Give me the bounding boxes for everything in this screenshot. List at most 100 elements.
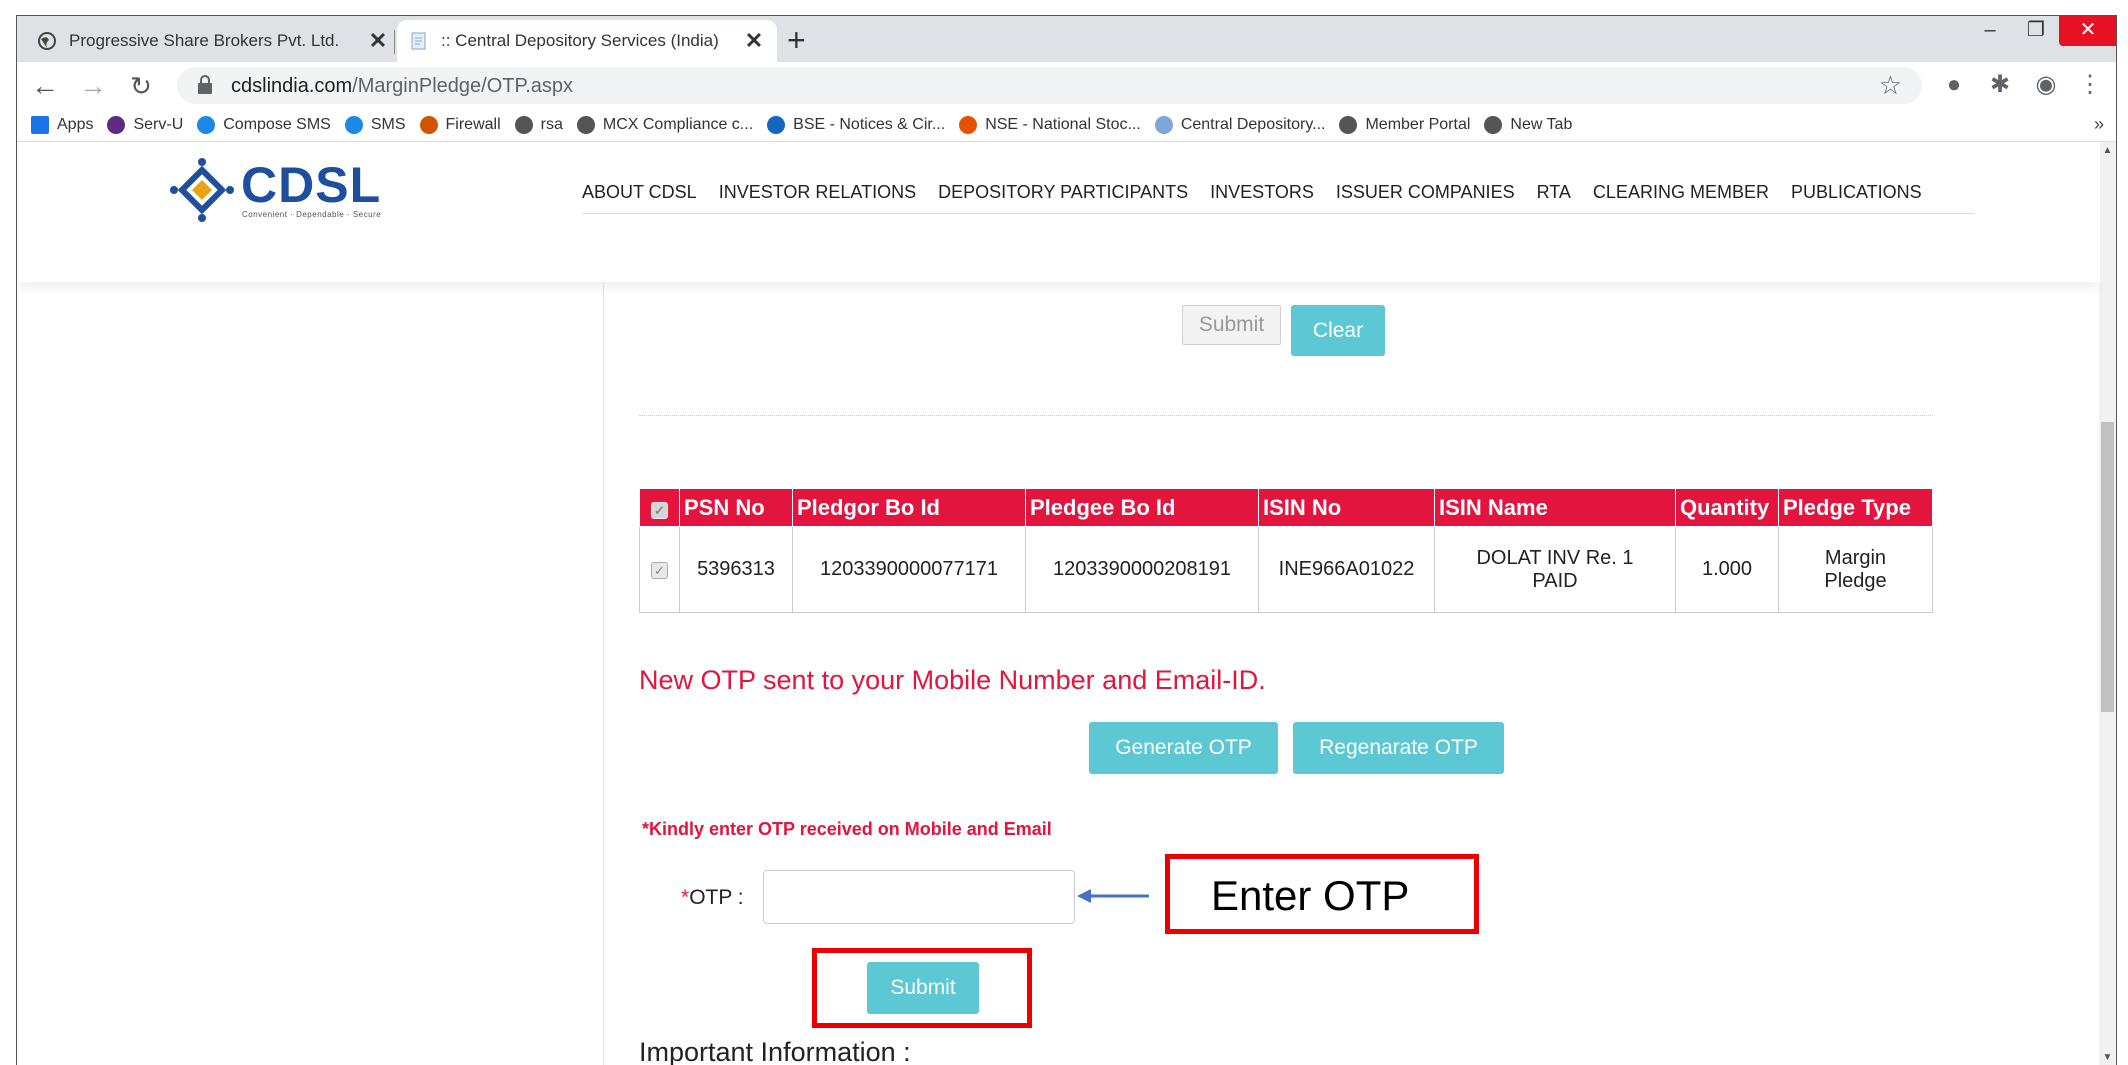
close-tab-icon[interactable]: ✕ (367, 28, 389, 54)
document-icon (411, 32, 426, 50)
globe-icon (1484, 115, 1503, 134)
bookmark-item[interactable]: New Tab (1484, 115, 1573, 134)
tab-cdsl[interactable]: :: Central Depository Services (India) ✕ (397, 20, 777, 62)
reload-icon[interactable]: ↻ (123, 68, 159, 104)
pledge-table: ✓ PSN No Pledgor Bo Id Pledgee Bo Id ISI… (639, 488, 1933, 613)
header-quantity: Quantity (1675, 488, 1779, 527)
select-all-checkbox[interactable]: ✓ (651, 501, 668, 519)
sms-icon (344, 115, 363, 134)
profile-icon[interactable]: ◉ (2031, 70, 2061, 100)
nav-about-cdsl[interactable]: ABOUT CDSL (582, 182, 697, 203)
cell-isin-no: INE966A01022 (1258, 526, 1435, 613)
forward-arrow-icon[interactable]: → (75, 68, 111, 104)
otp-label-text: OTP : (689, 886, 744, 909)
bookmark-label: Member Portal (1365, 115, 1471, 133)
minimize-button[interactable]: – (1967, 16, 2013, 46)
url-path: /MarginPledge/OTP.aspx (352, 75, 574, 97)
nav-clearing-member[interactable]: CLEARING MEMBER (1593, 182, 1769, 203)
otp-input[interactable] (763, 870, 1075, 924)
otp-label: *OTP : (681, 886, 744, 910)
bookmark-item[interactable]: rsa (514, 115, 563, 134)
tab-progressive[interactable]: Progressive Share Brokers Pvt. Ltd. ✕ (25, 20, 401, 62)
annotation-enter-otp-text: Enter OTP (1211, 872, 1410, 919)
main-nav: ABOUT CDSL INVESTOR RELATIONS DEPOSITORY… (582, 182, 1974, 214)
nav-investor-relations[interactable]: INVESTOR RELATIONS (719, 182, 916, 203)
row-select-cell: ✓ (639, 526, 680, 613)
extension-icon[interactable]: ● (1939, 70, 1969, 100)
submit-button-disabled[interactable]: Submit (1182, 305, 1281, 345)
bookmark-item[interactable]: SMS (344, 115, 406, 134)
address-bar[interactable]: cdslindia.com/MarginPledge/OTP.aspx ☆ (177, 67, 1922, 104)
bookmark-item[interactable]: NSE - National Stoc... (959, 115, 1141, 134)
nav-investors[interactable]: INVESTORS (1210, 182, 1314, 203)
cell-quantity: 1.000 (1675, 526, 1779, 613)
new-tab-button[interactable]: + (787, 24, 806, 56)
logo-tagline: Convenient · Dependable · Secure (242, 210, 382, 219)
bookmark-label: BSE - Notices & Cir... (793, 115, 946, 133)
header-isin-no: ISIN No (1258, 488, 1435, 527)
content-divider (603, 282, 604, 1065)
row-checkbox[interactable]: ✓ (651, 562, 668, 579)
title-bar: Progressive Share Brokers Pvt. Ltd. ✕ ::… (17, 16, 2116, 62)
bookmark-item[interactable]: BSE - Notices & Cir... (767, 115, 946, 134)
regenerate-otp-button[interactable]: Regenarate OTP (1293, 722, 1504, 774)
maximize-button[interactable]: ❐ (2013, 16, 2059, 46)
scroll-thumb[interactable] (2101, 422, 2114, 712)
bookmark-item[interactable]: Apps (31, 115, 93, 134)
bookmark-item[interactable]: Serv-U (107, 115, 183, 134)
bookmarks-overflow-button[interactable]: » (2094, 114, 2104, 135)
close-window-button[interactable]: ✕ (2059, 16, 2116, 46)
page-scrollbar[interactable]: ▲ ▼ (2099, 142, 2116, 1065)
bookmark-label: Central Depository... (1180, 115, 1326, 133)
bookmark-item[interactable]: MCX Compliance c... (576, 115, 754, 134)
bookmark-label: New Tab (1510, 115, 1573, 133)
required-marker: * (681, 886, 690, 909)
page-viewport: CDSL Convenient · Dependable · Secure AB… (17, 142, 2100, 1065)
bookmark-star-icon[interactable]: ☆ (1879, 70, 1902, 101)
tab-separator (394, 30, 395, 54)
clear-button[interactable]: Clear (1291, 305, 1385, 356)
scroll-down-arrow-icon[interactable]: ▼ (2099, 1049, 2116, 1065)
bookmark-label: MCX Compliance c... (602, 115, 754, 133)
tab-title: :: Central Depository Services (India) (441, 31, 719, 50)
nav-issuer-companies[interactable]: ISSUER COMPANIES (1336, 182, 1515, 203)
sms-icon (197, 115, 216, 134)
browser-toolbar: ← → ↻ cdslindia.com/MarginPledge/OTP.asp… (17, 62, 2116, 108)
header-pledgee-bo-id: Pledgee Bo Id (1025, 488, 1259, 527)
table-row: ✓ 5396313 1203390000077171 1203390000208… (639, 526, 1933, 613)
bookmark-item[interactable]: Compose SMS (197, 115, 331, 134)
browser-window: Progressive Share Brokers Pvt. Ltd. ✕ ::… (16, 15, 2117, 1065)
header-psn-no: PSN No (679, 488, 793, 527)
kebab-menu-icon[interactable]: ⋮ (2075, 70, 2105, 100)
puzzle-extensions-icon[interactable]: ✱ (1985, 70, 2015, 100)
annotation-submit-box (812, 948, 1032, 1028)
select-all-header: ✓ (639, 488, 680, 527)
nav-publications[interactable]: PUBLICATIONS (1791, 182, 1922, 203)
otp-sent-message: New OTP sent to your Mobile Number and E… (639, 665, 1266, 695)
globe-icon (576, 115, 595, 134)
servu-icon (107, 115, 126, 134)
generate-otp-button[interactable]: Generate OTP (1089, 722, 1278, 774)
bookmark-item[interactable]: Member Portal (1339, 115, 1471, 134)
apps-grid-icon (31, 115, 49, 134)
section-divider (639, 415, 1933, 416)
logo-text: CDSL (241, 157, 382, 213)
url-text: cdslindia.com/MarginPledge/OTP.aspx (231, 75, 573, 98)
back-arrow-icon[interactable]: ← (27, 68, 63, 104)
bookmark-label: NSE - National Stoc... (985, 115, 1141, 133)
annotation-arrow-icon (1077, 889, 1149, 903)
close-tab-icon[interactable]: ✕ (743, 28, 765, 54)
header-isin-name: ISIN Name (1434, 488, 1676, 527)
globe-icon (1339, 115, 1358, 134)
bookmark-label: SMS (370, 115, 406, 133)
nav-depository-participants[interactable]: DEPOSITORY PARTICIPANTS (938, 182, 1188, 203)
bookmark-label: Compose SMS (223, 115, 331, 133)
bookmarks-bar: Apps Serv-U Compose SMS SMS Firewall rsa MCX C… (17, 108, 2116, 142)
document-icon (1154, 115, 1173, 134)
scroll-up-arrow-icon[interactable]: ▲ (2099, 142, 2116, 159)
bookmark-item[interactable]: Firewall (419, 115, 501, 134)
lock-icon (198, 75, 212, 94)
nav-rta[interactable]: RTA (1537, 182, 1571, 203)
bookmark-item[interactable]: Central Depository... (1154, 115, 1326, 134)
header-pledgor-bo-id: Pledgor Bo Id (792, 488, 1026, 527)
